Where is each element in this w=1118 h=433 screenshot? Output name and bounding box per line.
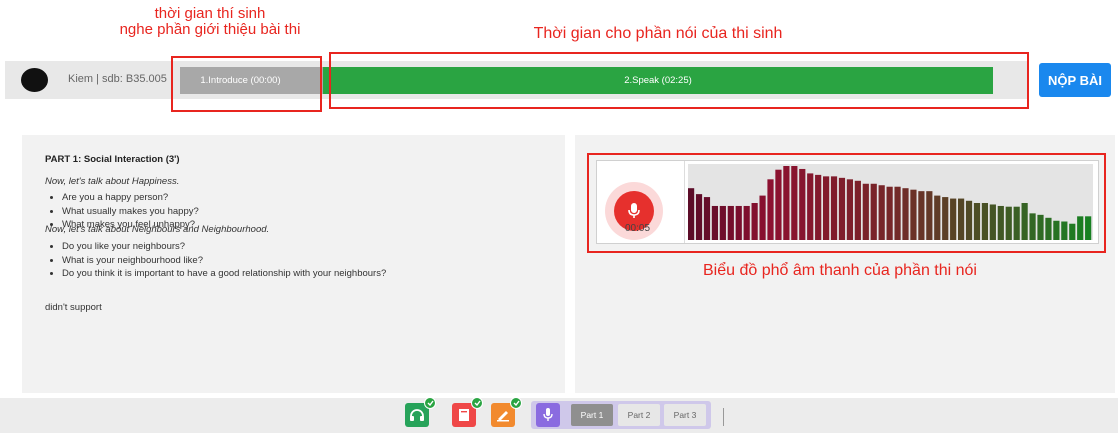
question-list-neighbours: Do you like your neighbours? What is you… [62,240,386,281]
question-item: Do you think it is important to have a g… [62,267,386,281]
annotation-box-spectrum [587,153,1106,253]
book-icon [459,409,469,421]
support-note: didn't support [45,302,102,313]
tab-part-1[interactable]: Part 1 [571,404,613,426]
annotation-speak-time: Thời gian cho phần nói của thi sinh [533,25,783,42]
microphone-icon [543,408,553,421]
annotation-intro-line1: thời gian thí sinh [154,5,266,22]
section-writing[interactable] [491,397,522,427]
tab-part-2[interactable]: Part 2 [618,404,660,426]
question-item: What is your neighbourhood like? [62,254,386,268]
question-item: Are you a happy person? [62,191,199,205]
submit-button[interactable]: NỘP BÀI [1039,63,1111,97]
part-title: PART 1: Social Interaction (3') [45,154,180,165]
annotation-intro-time: thời gian thí sinh nghe phần giới thiệu … [92,6,328,38]
topic-intro-neighbours: Now, let's talk about Neighbours and Nei… [45,224,270,235]
speaking-section-group: Part 1 Part 2 Part 3 [531,401,711,429]
topic-intro-happiness: Now, let's talk about Happiness. [45,176,180,187]
bottom-bar: Part 1 Part 2 Part 3 [0,397,1118,433]
annotation-box-intro [171,56,322,112]
annotation-spectrum: Biểu đồ phổ âm thanh của phần thi nói [703,262,977,279]
section-speaking[interactable] [536,403,560,427]
tab-part-3[interactable]: Part 3 [664,404,706,426]
annotation-box-speak [329,52,1029,109]
question-item: What usually makes you happy? [62,205,199,219]
divider [723,408,724,426]
check-icon [424,397,436,409]
avatar [21,68,48,92]
exam-screen: thời gian thí sinh nghe phần giới thiệu … [0,0,1118,433]
pencil-icon [497,411,509,422]
annotation-intro-line2: nghe phần giới thiệu bài thi [119,20,301,38]
headphones-icon [410,409,424,421]
check-icon [510,397,522,409]
section-listening[interactable] [405,397,436,427]
question-panel: PART 1: Social Interaction (3') Now, let… [22,135,565,393]
check-icon [471,397,483,409]
section-reading[interactable] [452,397,483,427]
user-info: Kiem | sdb: B35.005 [68,73,167,85]
question-item: Do you like your neighbours? [62,240,386,254]
